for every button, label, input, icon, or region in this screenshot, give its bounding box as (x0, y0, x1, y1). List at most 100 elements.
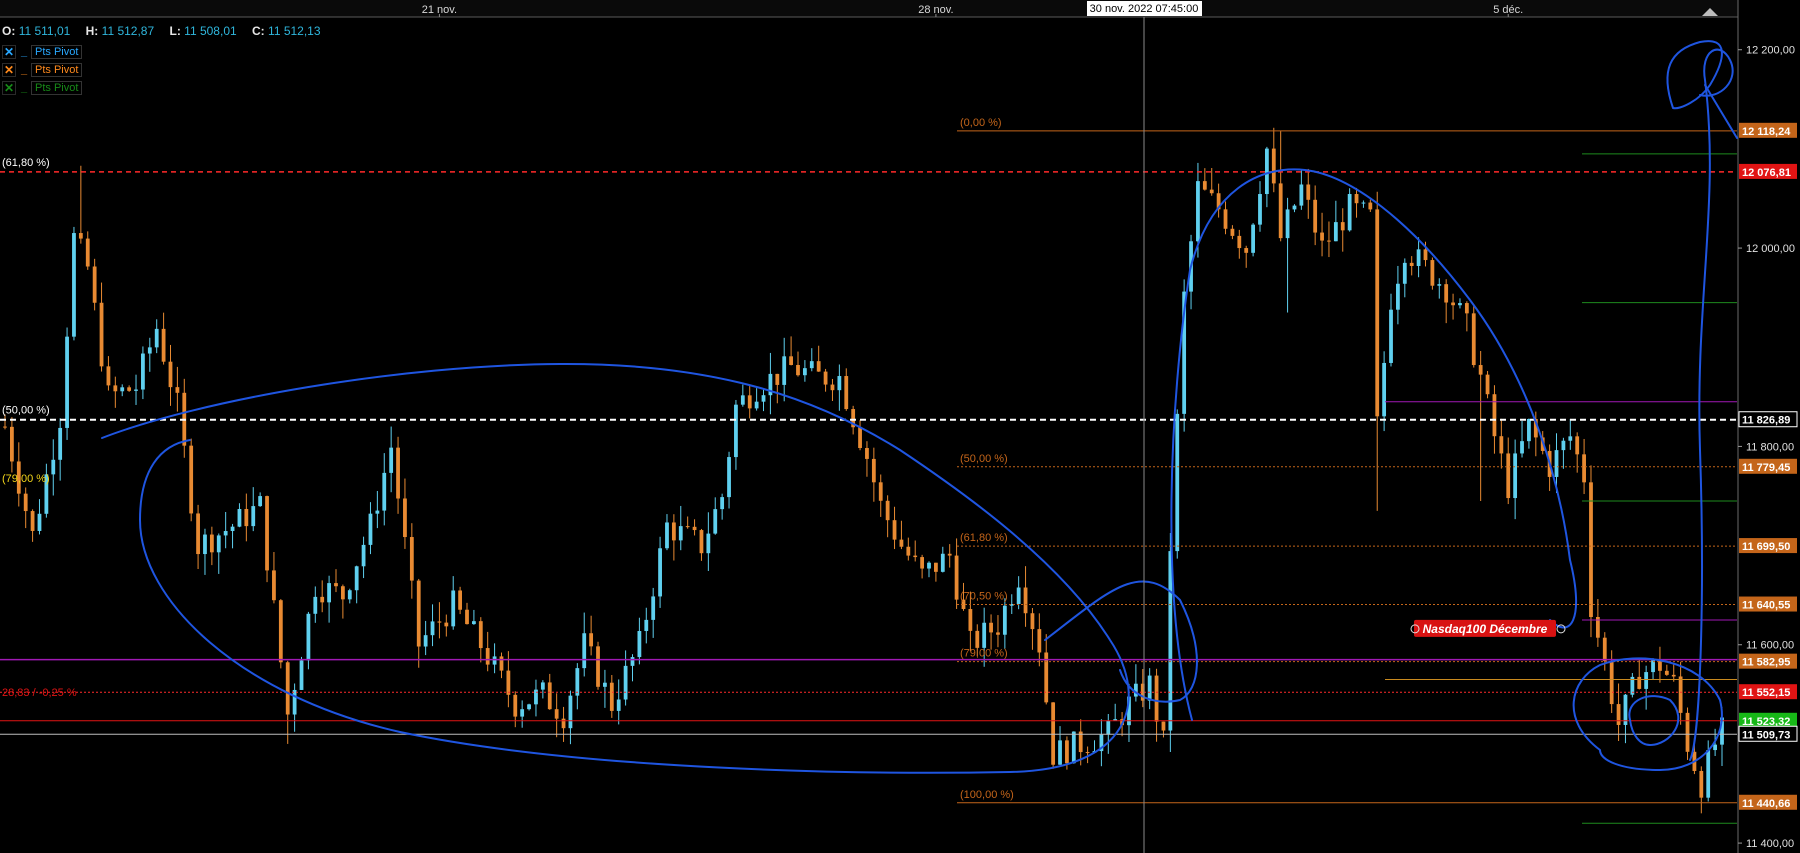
candle-body (1347, 194, 1352, 231)
candle-body (1368, 202, 1373, 210)
candle-body (892, 520, 897, 540)
candle-body (396, 447, 400, 499)
candle-body (99, 302, 104, 367)
candle-body (437, 621, 442, 623)
candle-body (478, 621, 483, 649)
candle-body (37, 513, 42, 531)
candle-body (554, 709, 559, 719)
trading-chart[interactable]: 30 nov. 2022 07:45:00 21 nov. 28 nov. 5 dé… (0, 0, 1800, 853)
candle-body (837, 376, 842, 391)
candle-body (1699, 770, 1704, 798)
legend-mark: _ (20, 45, 28, 58)
candle-body (692, 526, 697, 531)
candle-body (1320, 232, 1324, 241)
candle-body (251, 506, 256, 527)
close-icon[interactable]: ✕ (2, 62, 16, 77)
candle-body (1389, 309, 1393, 363)
chart-canvas[interactable]: 30 nov. 2022 07:45:00 21 nov. 28 nov. 5 dé… (0, 0, 1800, 853)
close-value: 11 512,13 (268, 24, 321, 38)
legend-label[interactable]: Pts Pivot (31, 80, 83, 95)
candle-body (389, 447, 394, 473)
legend-item-pivot-2[interactable]: ✕ _ Pts Pivot (2, 62, 83, 77)
price-label: 12 076,81 (1742, 167, 1791, 179)
candle-body (1664, 670, 1669, 675)
legend-item-pivot-3[interactable]: ✕ _ Pts Pivot (2, 80, 83, 95)
candle-body (161, 328, 166, 362)
candle-body (568, 695, 573, 729)
close-icon[interactable]: ✕ (2, 44, 16, 59)
candle-body (651, 596, 656, 620)
low-label: L: (169, 24, 181, 38)
candle-body (927, 562, 931, 569)
candle-body (258, 496, 263, 507)
candle-body (540, 682, 545, 690)
candle-body (934, 562, 938, 572)
left-fib-label: (50,00 %) (2, 405, 50, 417)
candle-body (1430, 260, 1435, 286)
price-label: 11 826,89 (1742, 415, 1790, 427)
price-tick-label: 11 600,00 (1746, 640, 1794, 652)
candle-body (1154, 675, 1159, 722)
candle-body (382, 472, 387, 511)
candle-body (1513, 453, 1518, 499)
candle-body (320, 596, 325, 603)
candle-body (1568, 436, 1573, 441)
candle-body (658, 548, 662, 597)
candle-body (1258, 194, 1262, 225)
candle-body (802, 368, 807, 376)
candle-body (499, 656, 504, 671)
legend-label[interactable]: Pts Pivot (31, 62, 83, 77)
date-tick-label: 5 déc. (1493, 4, 1523, 16)
candle-body (451, 590, 456, 627)
candle-body (947, 553, 952, 556)
candle-body (878, 482, 883, 501)
price-label: 11 640,55 (1742, 600, 1790, 612)
candle-body (1375, 209, 1380, 417)
candle-body (1147, 675, 1152, 701)
candle-body (1264, 148, 1269, 195)
candle-body (816, 361, 821, 372)
candle-body (1478, 365, 1483, 375)
candle-body (1451, 302, 1455, 306)
left-fib-label: (79,00 %) (2, 473, 50, 485)
candle-body (906, 546, 911, 556)
candle-body (1499, 436, 1504, 454)
candle-body (306, 613, 311, 661)
close-icon[interactable]: ✕ (2, 80, 16, 95)
candle-body (678, 526, 683, 541)
candle-body (823, 371, 828, 385)
candle-body (209, 534, 214, 553)
candle-body (520, 709, 525, 717)
low-value: 11 508,01 (184, 24, 237, 38)
candle-body (506, 670, 511, 695)
candle-body (85, 238, 90, 267)
legend-label[interactable]: Pts Pivot (31, 44, 83, 59)
candle-body (1051, 702, 1056, 765)
candle-body (1637, 676, 1642, 689)
legend-item-pivot-1[interactable]: ✕ _ Pts Pivot (2, 44, 83, 59)
candle-body (430, 621, 435, 636)
candle-body (1416, 249, 1421, 266)
candle-body (1306, 184, 1311, 200)
candle-body (685, 526, 690, 528)
candle-body (623, 665, 628, 700)
candle-body (1278, 183, 1283, 239)
candle-body (1582, 454, 1586, 483)
candle-body (465, 609, 469, 625)
price-tick-label: 11 400,00 (1746, 838, 1794, 850)
candle-body (1678, 676, 1683, 713)
candle-body (237, 508, 242, 527)
candle-body (996, 632, 1000, 635)
candle-body (1202, 181, 1207, 190)
candle-body (1492, 394, 1497, 437)
candle-body (1527, 419, 1531, 442)
candle-body (1058, 740, 1062, 765)
candle-body (1464, 303, 1469, 314)
candle-body (416, 580, 421, 647)
candle-body (1085, 752, 1090, 754)
candle-body (665, 522, 669, 549)
candle-body (616, 699, 621, 711)
candle-body (1251, 224, 1255, 253)
candle-body (1065, 740, 1069, 764)
candle-body (223, 531, 228, 536)
